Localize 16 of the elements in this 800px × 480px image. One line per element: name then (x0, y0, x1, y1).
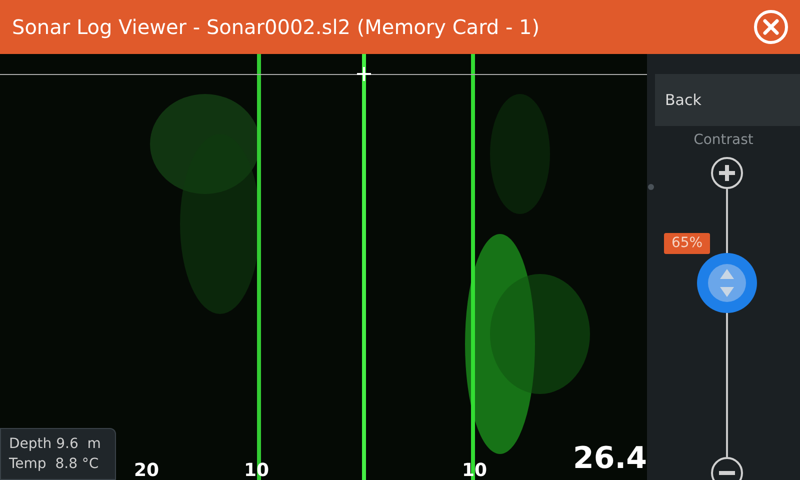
crosshair-icon (357, 67, 371, 81)
minus-button[interactable] (711, 457, 743, 480)
plus-button[interactable] (711, 157, 743, 189)
plus-icon (718, 164, 736, 182)
minus-icon (718, 470, 736, 476)
contrast-value-badge: 65% (664, 232, 710, 254)
range-label: 20 (134, 459, 160, 480)
close-button[interactable] (754, 10, 788, 44)
depth-reading: 26.4 (572, 444, 647, 474)
window-title: Sonar Log Viewer - Sonar0002.sl2 (Memory Card - 1) (12, 14, 540, 41)
up-down-arrows-icon (707, 262, 747, 303)
contrast-label: Contrast (694, 131, 754, 150)
back-button[interactable]: Back (655, 74, 800, 126)
close-icon (763, 19, 779, 35)
temp-label: Temp 8.8 °C (9, 455, 100, 474)
depth-label: Depth 9.6 m (9, 435, 102, 454)
